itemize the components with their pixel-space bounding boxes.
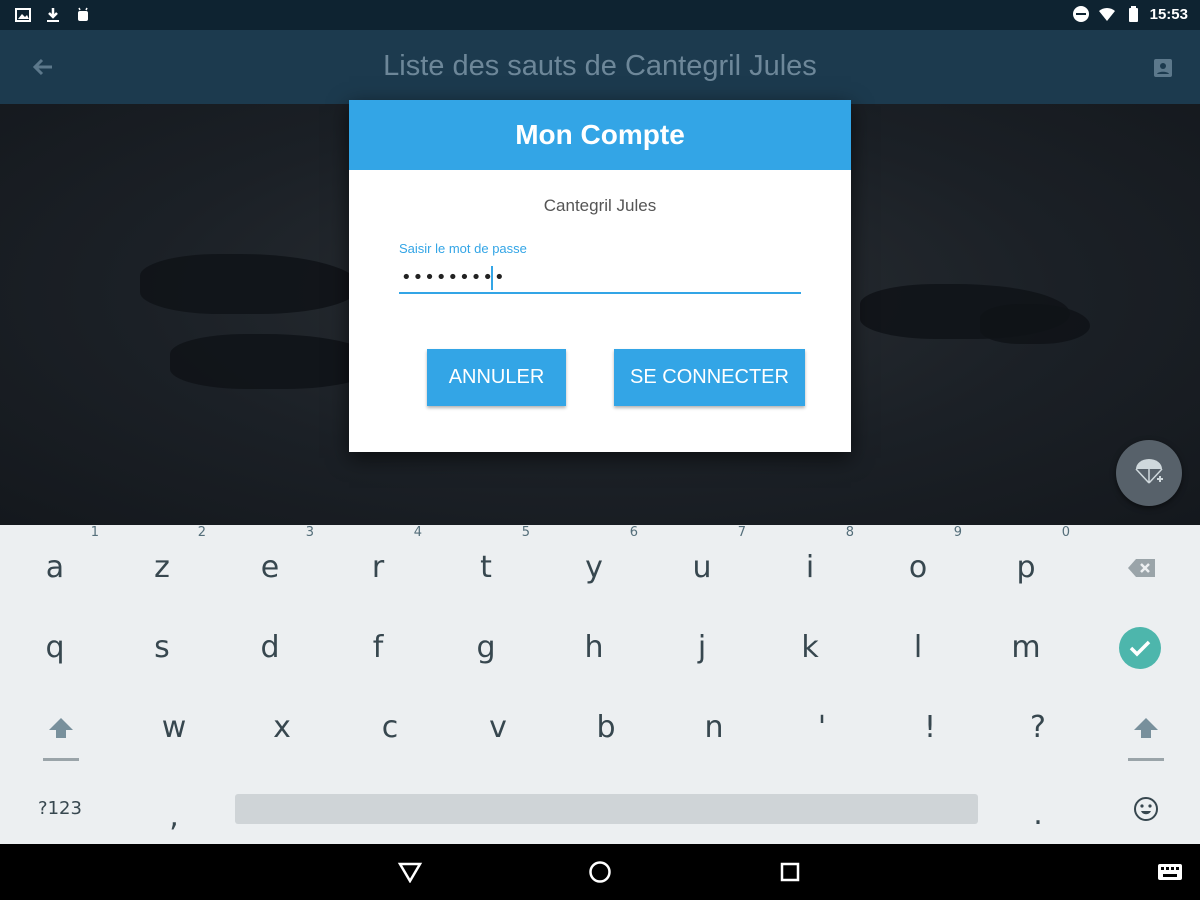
parachute-icon: [1135, 459, 1163, 484]
clock: 15:53: [1149, 5, 1188, 23]
key-exclamation[interactable]: !: [876, 688, 984, 768]
do-not-disturb-icon: [1072, 6, 1089, 22]
enter-key[interactable]: [1086, 608, 1194, 688]
app-bar: Liste des sauts de Cantegril Jules: [0, 30, 1200, 104]
symbols-key[interactable]: ?123: [6, 769, 114, 849]
key-q[interactable]: q: [1, 608, 109, 688]
key-i[interactable]: i8: [756, 525, 864, 608]
status-bar: 15:53: [0, 0, 1200, 30]
battery-icon: [1128, 6, 1138, 22]
key-k[interactable]: k: [756, 608, 864, 688]
key-o[interactable]: o9: [864, 525, 972, 608]
navigation-bar: [0, 844, 1200, 900]
key-u[interactable]: u7: [648, 525, 756, 608]
key-h[interactable]: h: [540, 608, 648, 688]
password-field[interactable]: [399, 262, 801, 294]
soft-keyboard: a1 z2 e3 r4 t5 y6 u7 i8 o9 p0 q s d f g …: [0, 525, 1200, 844]
key-c[interactable]: c: [336, 688, 444, 768]
key-z[interactable]: z2: [108, 525, 216, 608]
password-label: Saisir le mot de passe: [399, 241, 527, 256]
emoji-icon: [1134, 797, 1158, 821]
key-x[interactable]: x: [228, 688, 336, 768]
shift-icon: [49, 718, 73, 738]
backspace-icon: [1128, 559, 1155, 577]
shift-key-left[interactable]: [7, 688, 115, 768]
shift-key-right[interactable]: [1092, 688, 1200, 768]
key-t[interactable]: t5: [432, 525, 540, 608]
key-n[interactable]: n: [660, 688, 768, 768]
key-f[interactable]: f: [324, 608, 432, 688]
key-w[interactable]: w: [120, 688, 228, 768]
backspace-key[interactable]: [1088, 528, 1196, 608]
keyboard-switch-icon[interactable]: [1157, 862, 1183, 882]
key-r[interactable]: r4: [324, 525, 432, 608]
key-p[interactable]: p0: [972, 525, 1080, 608]
key-d[interactable]: d: [216, 608, 324, 688]
checkmark-icon: [1119, 627, 1161, 669]
shift-icon: [1134, 718, 1158, 738]
space-bar[interactable]: [235, 794, 978, 824]
text-caret: [491, 266, 493, 290]
download-icon: [47, 8, 59, 22]
cancel-button[interactable]: ANNULER: [427, 349, 566, 406]
wifi-icon: [1098, 7, 1115, 21]
key-s[interactable]: s: [108, 608, 216, 688]
emoji-key[interactable]: [1092, 769, 1200, 849]
key-period[interactable]: .: [984, 775, 1092, 855]
key-e[interactable]: e3: [216, 525, 324, 608]
key-y[interactable]: y6: [540, 525, 648, 608]
home-nav-icon[interactable]: [588, 860, 612, 884]
key-m[interactable]: m: [972, 608, 1080, 688]
background-shape: [140, 254, 360, 314]
account-dialog: Mon Compte Cantegril Jules Saisir le mot…: [349, 100, 851, 452]
image-notification-icon: [15, 8, 31, 22]
dialog-title: Mon Compte: [349, 100, 851, 170]
key-question[interactable]: ?: [984, 688, 1092, 768]
key-g[interactable]: g: [432, 608, 540, 688]
back-nav-icon[interactable]: [397, 861, 423, 883]
recents-nav-icon[interactable]: [780, 862, 800, 882]
key-v[interactable]: v: [444, 688, 552, 768]
key-j[interactable]: j: [648, 608, 756, 688]
shift-indicator: [43, 758, 79, 761]
connect-button[interactable]: SE CONNECTER: [614, 349, 805, 406]
key-b[interactable]: b: [552, 688, 660, 768]
account-badge-icon[interactable]: [1152, 56, 1174, 78]
android-icon: [78, 7, 88, 21]
background-shape: [980, 304, 1090, 344]
shift-indicator: [1128, 758, 1164, 761]
page-title: Liste des sauts de Cantegril Jules: [383, 50, 817, 82]
user-name: Cantegril Jules: [543, 196, 657, 215]
add-jump-fab[interactable]: [1116, 440, 1182, 506]
key-l[interactable]: l: [864, 608, 972, 688]
key-a[interactable]: a1: [1, 525, 109, 608]
key-apostrophe[interactable]: ': [768, 688, 876, 768]
